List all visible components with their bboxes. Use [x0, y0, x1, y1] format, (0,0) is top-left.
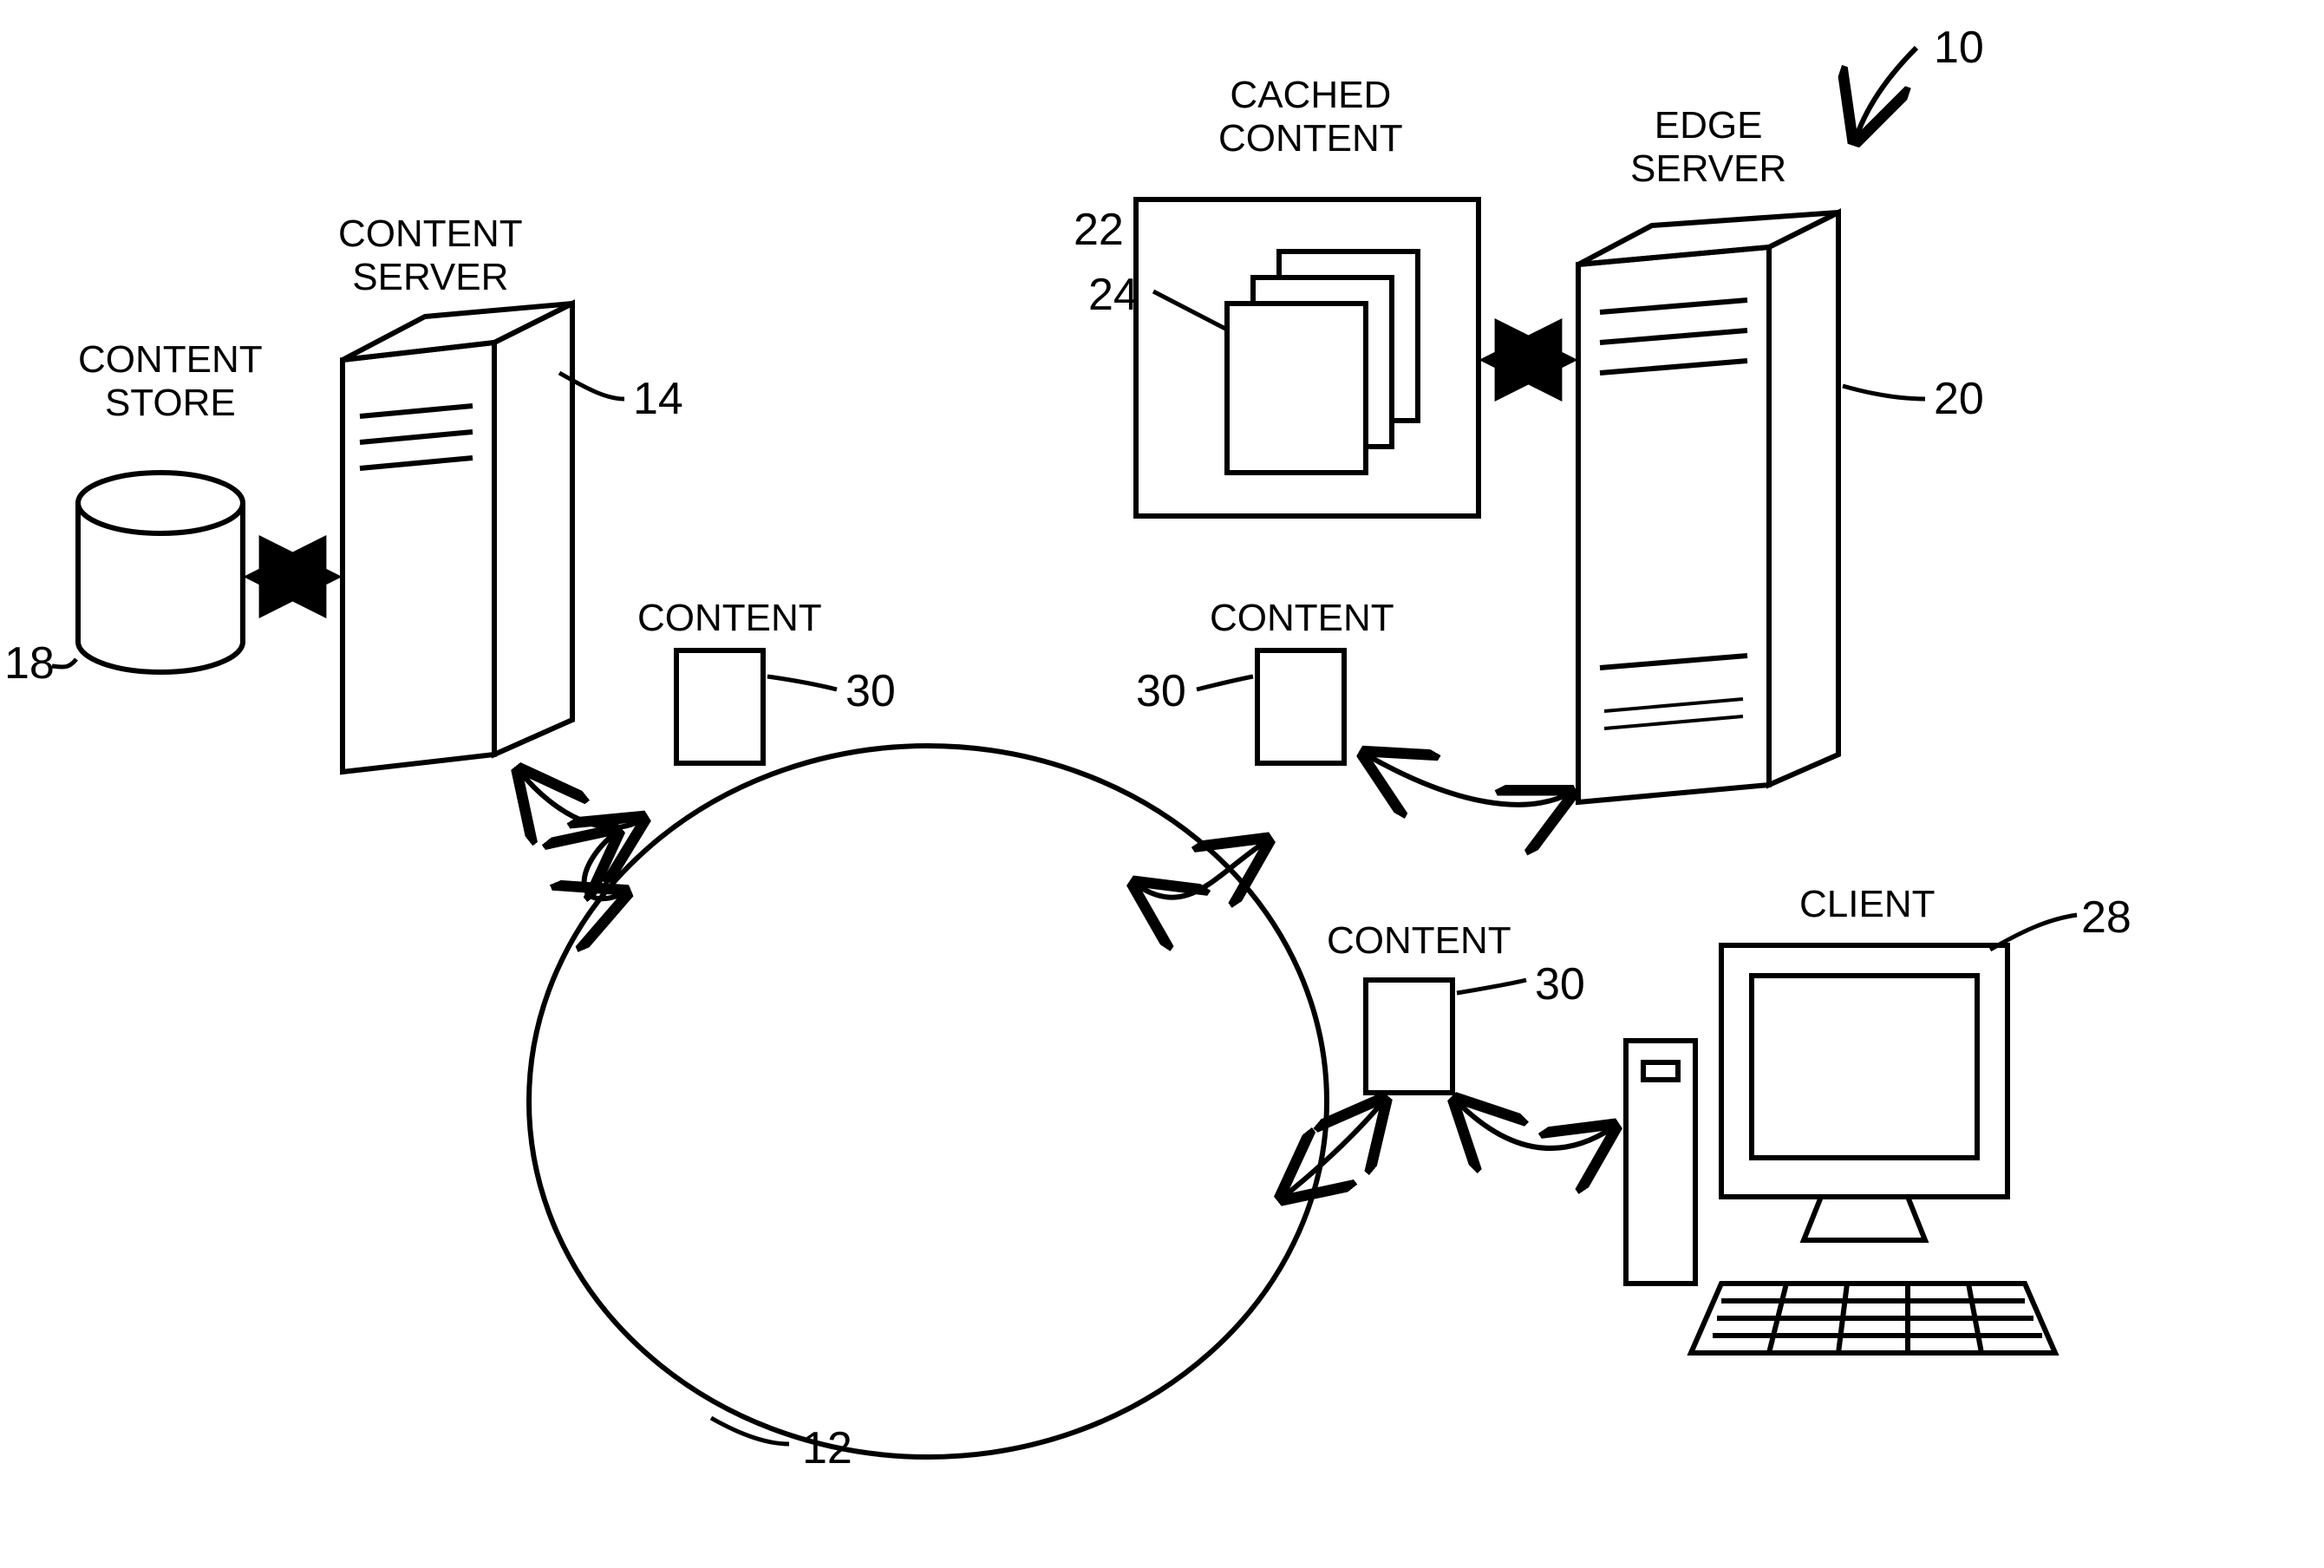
- leader-30-left: [767, 676, 837, 689]
- content-store-icon: [78, 473, 243, 672]
- leader-14: [559, 373, 624, 399]
- content-right-ref: 30: [1535, 958, 1585, 1010]
- leader-24: [1153, 291, 1227, 330]
- content-doc-right: [1366, 980, 1452, 1093]
- network-cloud-icon: [529, 746, 1327, 1457]
- diagram-stage: CONTENT STORE 18 CONTENT SERVER 14 CACHE…: [0, 0, 2324, 1568]
- content-left-title: CONTENT: [637, 597, 822, 640]
- network-ref: 12: [802, 1422, 852, 1474]
- leader-28: [1990, 915, 2077, 950]
- content-doc-left: [676, 650, 763, 763]
- edge-server-ref: 20: [1934, 373, 1984, 425]
- link-content-left-network: [584, 833, 624, 898]
- content-right-title: CONTENT: [1327, 919, 1511, 963]
- link-content-mid-edgeserver: [1366, 755, 1570, 805]
- content-doc-mid: [1257, 650, 1344, 763]
- content-store-title: CONTENT STORE: [78, 338, 263, 425]
- content-server-title: CONTENT SERVER: [338, 212, 523, 299]
- content-mid-ref: 30: [1136, 665, 1186, 717]
- cached-content-item-ref: 24: [1088, 269, 1139, 321]
- leader-30-right: [1457, 980, 1526, 993]
- link-content-right-client: [1457, 1101, 1613, 1148]
- leader-10: [1856, 48, 1916, 139]
- cached-content-title: CACHED CONTENT: [1218, 74, 1403, 160]
- content-store-ref: 18: [4, 637, 55, 689]
- client-ref: 28: [2081, 892, 2131, 944]
- edge-server-icon: [1578, 212, 1838, 802]
- edge-server-title: EDGE SERVER: [1630, 104, 1786, 191]
- content-left-ref: 30: [845, 665, 896, 717]
- leader-18: [52, 659, 76, 667]
- cached-content-box-ref: 22: [1074, 204, 1124, 256]
- content-server-ref: 14: [633, 373, 683, 425]
- client-title: CLIENT: [1799, 883, 1935, 926]
- content-server-icon: [343, 304, 572, 772]
- client-icon: [1626, 945, 2055, 1353]
- link-contentserver-content-left: [520, 772, 642, 827]
- cached-content-box: [1136, 199, 1479, 516]
- figure-ref: 10: [1934, 22, 1984, 74]
- leader-20: [1843, 386, 1925, 399]
- link-network-content-right: [1283, 1101, 1383, 1197]
- leader-30-mid: [1197, 676, 1253, 689]
- content-mid-title: CONTENT: [1210, 597, 1394, 640]
